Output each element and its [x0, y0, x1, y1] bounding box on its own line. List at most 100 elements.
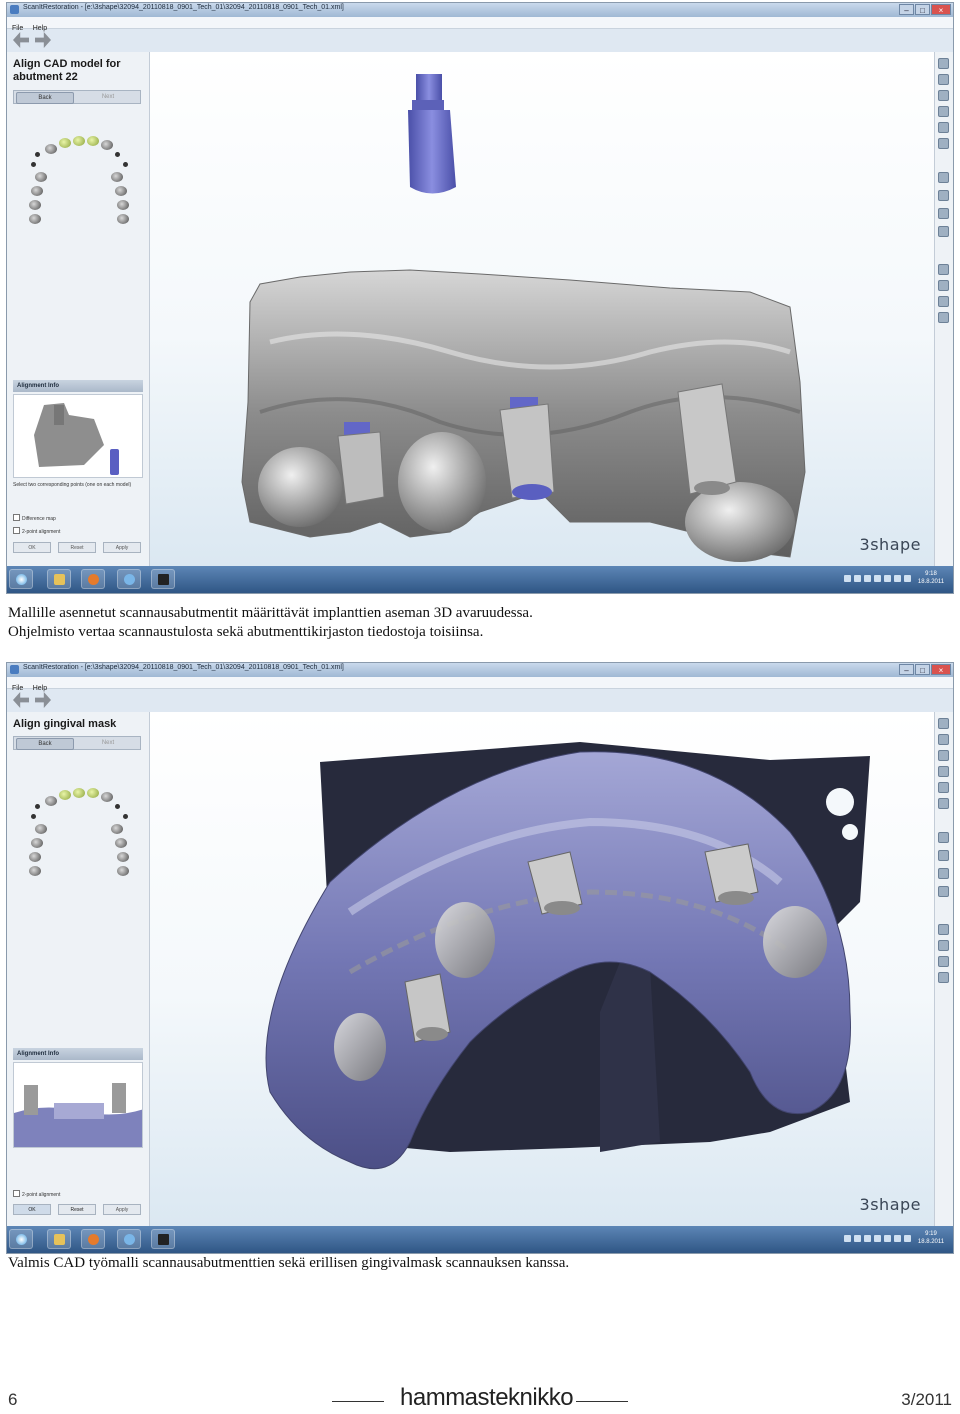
next-button[interactable]: Next [80, 738, 136, 748]
clock[interactable]: 9:18 18.8.2011 [913, 570, 949, 586]
start-button[interactable] [9, 569, 33, 589]
move-icon[interactable] [938, 956, 949, 967]
taskbar-media[interactable] [81, 1229, 105, 1249]
tooth-icon[interactable] [117, 200, 129, 210]
tray-icon[interactable] [884, 1235, 891, 1242]
tray-icon[interactable] [884, 575, 891, 582]
tray-icon[interactable] [904, 575, 911, 582]
visibility-icon[interactable] [938, 832, 949, 843]
taskbar-explorer[interactable] [47, 1229, 71, 1249]
tooth-icon-selected[interactable] [73, 788, 85, 798]
reset-button[interactable]: Reset [58, 542, 96, 553]
two-point-alignment-checkbox[interactable]: 2-point alignment [13, 1190, 60, 1199]
pan-icon[interactable] [938, 280, 949, 291]
zoom-icon[interactable] [938, 972, 949, 983]
tray-icon[interactable] [874, 575, 881, 582]
view-right-icon[interactable] [938, 106, 949, 117]
apply-button[interactable]: Apply [103, 1204, 141, 1215]
tooth-icon[interactable] [101, 792, 113, 802]
move-icon[interactable] [938, 296, 949, 307]
view-back-icon[interactable] [938, 734, 949, 745]
view-top-icon[interactable] [938, 122, 949, 133]
redo-icon[interactable] [35, 32, 51, 48]
light-icon[interactable] [938, 850, 949, 861]
maximize-button[interactable]: □ [915, 4, 930, 15]
view-top-icon[interactable] [938, 782, 949, 793]
tooth-chart[interactable] [25, 132, 135, 242]
undo-icon[interactable] [13, 692, 29, 708]
minimize-button[interactable]: – [899, 4, 914, 15]
tooth-icon-selected[interactable] [59, 790, 71, 800]
tooth-icon[interactable] [29, 214, 41, 224]
back-button[interactable]: Back [16, 92, 74, 104]
next-button[interactable]: Next [80, 92, 136, 102]
reset-button[interactable]: Reset [58, 1204, 96, 1215]
close-button[interactable]: × [931, 4, 951, 15]
taskbar-app[interactable] [117, 569, 141, 589]
apply-button[interactable]: Apply [103, 542, 141, 553]
zoom-icon[interactable] [938, 312, 949, 323]
view-left-icon[interactable] [938, 90, 949, 101]
tray-icon[interactable] [874, 1235, 881, 1242]
tray-icon[interactable] [844, 575, 851, 582]
tooth-icon[interactable] [31, 186, 43, 196]
minimize-button[interactable]: – [899, 664, 914, 675]
back-button[interactable]: Back [16, 738, 74, 750]
taskbar-app[interactable] [117, 1229, 141, 1249]
tooth-icon[interactable] [111, 172, 123, 182]
tooth-icon[interactable] [115, 838, 127, 848]
taskbar-display[interactable] [151, 569, 175, 589]
tray-icon[interactable] [854, 1235, 861, 1242]
two-point-alignment-checkbox[interactable]: 2-point alignment [13, 527, 60, 536]
tooth-icon[interactable] [117, 852, 129, 862]
tooth-icon-selected[interactable] [87, 136, 99, 146]
tooth-icon-selected[interactable] [73, 136, 85, 146]
clip-icon[interactable] [938, 886, 949, 897]
pan-icon[interactable] [938, 940, 949, 951]
tooth-icon-selected[interactable] [87, 788, 99, 798]
tooth-icon[interactable] [45, 144, 57, 154]
tooth-icon[interactable] [31, 838, 43, 848]
redo-icon[interactable] [35, 692, 51, 708]
tray-icon[interactable] [904, 1235, 911, 1242]
tray-icon[interactable] [864, 1235, 871, 1242]
tooth-icon[interactable] [35, 824, 47, 834]
difference-map-checkbox[interactable]: Difference map [13, 514, 56, 523]
view-bottom-icon[interactable] [938, 798, 949, 809]
tooth-icon[interactable] [101, 140, 113, 150]
tooth-icon[interactable] [45, 796, 57, 806]
maximize-button[interactable]: □ [915, 664, 930, 675]
view-front-icon[interactable] [938, 58, 949, 69]
view-right-icon[interactable] [938, 766, 949, 777]
light-icon[interactable] [938, 190, 949, 201]
view-bottom-icon[interactable] [938, 138, 949, 149]
taskbar-display[interactable] [151, 1229, 175, 1249]
ok-button[interactable]: OK [13, 542, 51, 553]
ok-button[interactable]: OK [13, 1204, 51, 1215]
rotate-icon[interactable] [938, 264, 949, 275]
tray-icon[interactable] [864, 575, 871, 582]
view-back-icon[interactable] [938, 74, 949, 85]
tray-icon[interactable] [894, 1235, 901, 1242]
clock[interactable]: 9:19 18.8.2011 [913, 1230, 949, 1246]
tooth-icon-selected[interactable] [59, 138, 71, 148]
taskbar-explorer[interactable] [47, 569, 71, 589]
3d-viewport[interactable]: 3shape [150, 52, 935, 566]
measure-icon[interactable] [938, 208, 949, 219]
taskbar-media[interactable] [81, 569, 105, 589]
visibility-icon[interactable] [938, 172, 949, 183]
tray-icon[interactable] [844, 1235, 851, 1242]
undo-icon[interactable] [13, 32, 29, 48]
tooth-icon[interactable] [111, 824, 123, 834]
view-left-icon[interactable] [938, 750, 949, 761]
tray-icon[interactable] [894, 575, 901, 582]
3d-viewport[interactable]: 3shape [150, 712, 935, 1226]
tooth-icon[interactable] [117, 866, 129, 876]
tray-icon[interactable] [854, 575, 861, 582]
tooth-icon[interactable] [29, 866, 41, 876]
tooth-icon[interactable] [29, 852, 41, 862]
start-button[interactable] [9, 1229, 33, 1249]
view-front-icon[interactable] [938, 718, 949, 729]
clip-icon[interactable] [938, 226, 949, 237]
measure-icon[interactable] [938, 868, 949, 879]
